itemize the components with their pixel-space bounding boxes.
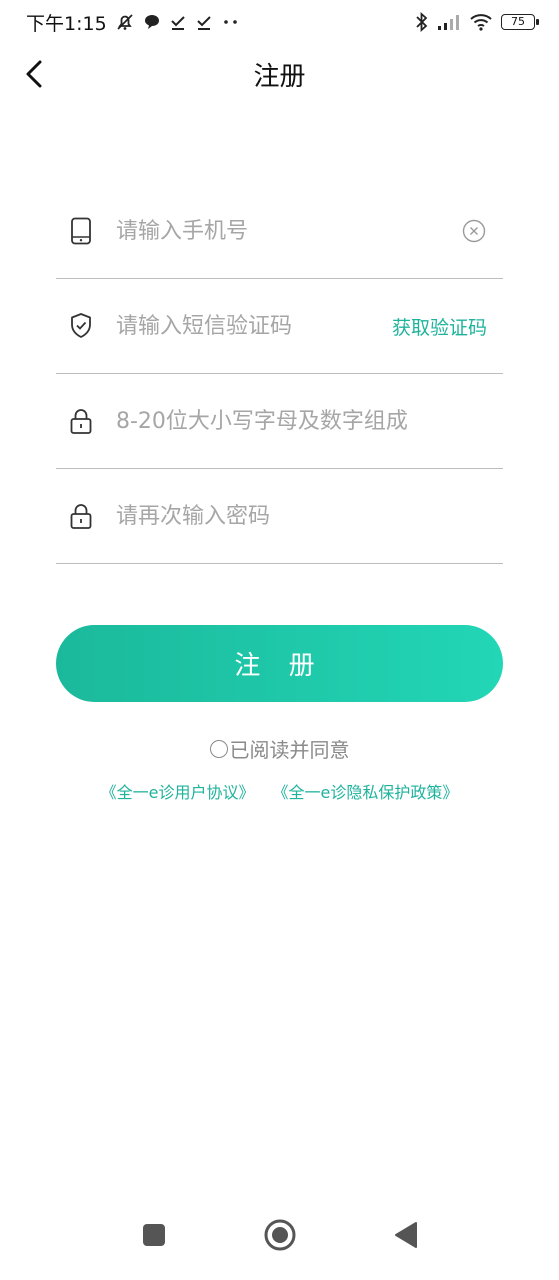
battery-icon: 75 xyxy=(501,14,539,30)
shield-check-icon xyxy=(68,312,94,340)
clear-button[interactable] xyxy=(461,218,487,244)
register-button[interactable]: 注 册 xyxy=(56,625,503,702)
agree-checkbox[interactable] xyxy=(209,739,228,758)
phone-icon xyxy=(68,217,94,245)
wifi-icon xyxy=(469,13,493,31)
system-nav-bar xyxy=(0,1190,559,1280)
bluetooth-icon xyxy=(415,11,429,33)
back-nav-button[interactable] xyxy=(389,1218,423,1252)
mute-bell-icon xyxy=(115,12,135,32)
privacy-policy-link[interactable]: 《全一e诊隐私保护政策》 xyxy=(273,779,459,803)
home-button[interactable] xyxy=(263,1218,297,1252)
recents-button[interactable] xyxy=(137,1218,171,1252)
clear-icon xyxy=(462,219,486,243)
confirm-password-field xyxy=(56,469,503,564)
user-agreement-link[interactable]: 《全一e诊用户协议》 xyxy=(101,779,255,803)
nav-bar: 注册 xyxy=(0,44,559,104)
check-icon xyxy=(195,13,213,31)
get-code-button[interactable]: 获取验证码 xyxy=(392,313,487,340)
policy-links: 《全一e诊用户协议》 《全一e诊隐私保护政策》 xyxy=(0,779,559,803)
register-form: 获取验证码 xyxy=(56,184,503,564)
sms-code-input[interactable] xyxy=(116,306,392,346)
agreement-text: 已阅读并同意 xyxy=(229,738,350,762)
sms-code-field: 获取验证码 xyxy=(56,279,503,374)
lock-icon xyxy=(68,502,94,530)
phone-input[interactable] xyxy=(116,211,461,251)
password-field xyxy=(56,374,503,469)
agreement-row: 已阅读并同意 xyxy=(0,734,559,763)
check-icon xyxy=(169,13,187,31)
square-icon xyxy=(142,1224,165,1246)
chat-bubble-icon xyxy=(143,13,161,31)
status-bar: 下午1:15 75 xyxy=(0,0,559,44)
password-input[interactable] xyxy=(116,401,503,441)
status-left: 下午1:15 xyxy=(26,9,241,36)
confirm-password-input[interactable] xyxy=(116,496,503,536)
triangle-back-icon xyxy=(394,1222,417,1248)
lock-icon xyxy=(68,407,94,435)
page-title: 注册 xyxy=(253,62,306,92)
phone-field xyxy=(56,184,503,279)
register-screen: 下午1:15 75 注册 请输入手机号 请输入短信验证码 获取验证码 注 册 已… xyxy=(0,0,559,1280)
home-circle-icon xyxy=(264,1219,295,1251)
dots-icon xyxy=(221,17,241,27)
signal-icon xyxy=(437,13,461,31)
status-time: 下午1:15 xyxy=(26,12,107,35)
status-right: 75 xyxy=(415,11,539,33)
